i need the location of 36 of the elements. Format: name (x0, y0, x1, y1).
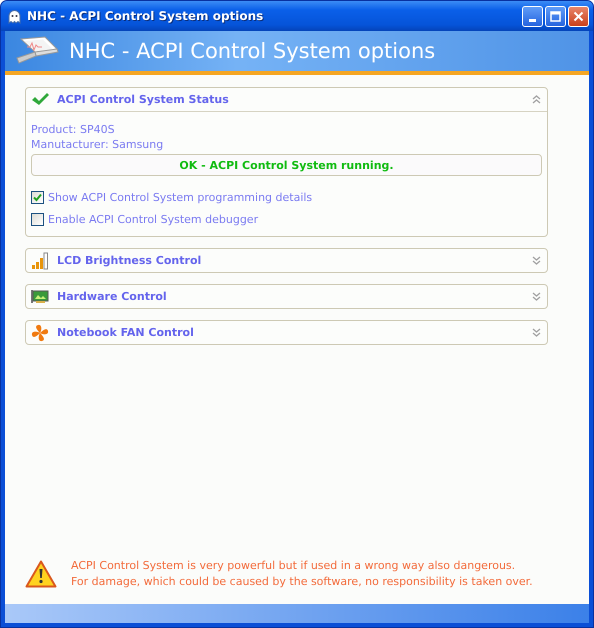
checkbox[interactable] (31, 190, 44, 204)
checkbox-label[interactable]: Show ACPI Control System programming details (48, 190, 312, 204)
section-title: LCD Brightness Control (57, 254, 202, 267)
ghost-icon (7, 8, 22, 24)
expansion-card-icon (31, 289, 49, 304)
maximize-icon (550, 10, 561, 22)
section-header[interactable]: Notebook FAN Control (26, 321, 547, 344)
collapse-icon[interactable] (532, 95, 541, 104)
laptop-icon (15, 36, 59, 66)
warning-text: ACPI Control System is very powerful but if used in a wrong way also dangerous. (71, 558, 516, 574)
close-button[interactable] (568, 6, 589, 26)
section-title: Hardware Control (57, 290, 168, 303)
minimize-button[interactable] (522, 6, 543, 26)
checkmark-icon (31, 92, 49, 107)
signal-bars-icon (31, 252, 49, 270)
maximize-button[interactable] (545, 6, 566, 26)
section-title: ACPI Control System Status (57, 93, 230, 106)
warning-icon (25, 560, 57, 588)
checkbox[interactable] (31, 212, 44, 226)
expand-icon[interactable] (532, 256, 541, 265)
section-header[interactable]: LCD Brightness Control (26, 249, 547, 272)
window-title: NHC - ACPI Control System options (27, 9, 264, 23)
close-icon (573, 10, 584, 22)
warning-text: For damage, which could be caused by the software, no responsibility is taken over. (71, 574, 533, 590)
info-text: Manutacturer: Samsung (31, 137, 164, 152)
section-header[interactable]: Hardware Control (26, 285, 547, 308)
header-title: NHC - ACPI Control System options (69, 39, 436, 63)
minimize-icon (529, 18, 536, 22)
status-message: OK - ACPI Control System running. (31, 154, 542, 176)
info-text: Product: SP40S (31, 122, 116, 137)
checkbox-label[interactable]: Enable ACPI Control System debugger (48, 212, 258, 226)
expand-icon[interactable] (532, 292, 541, 301)
expand-icon[interactable] (532, 328, 541, 337)
fan-icon (31, 324, 49, 342)
section-header[interactable]: ACPI Control System Status (26, 88, 547, 112)
section-title: Notebook FAN Control (57, 326, 195, 339)
